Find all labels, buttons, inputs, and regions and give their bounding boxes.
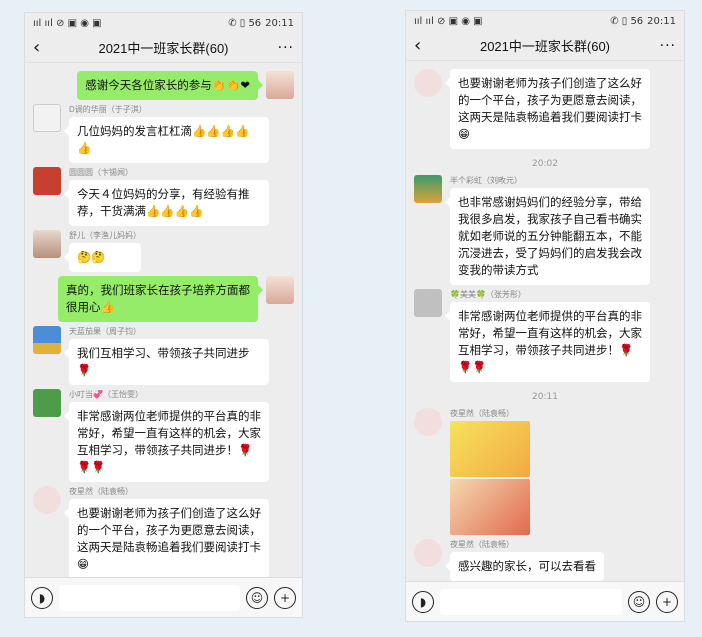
input-bar: ◗ ☺ + [406, 581, 684, 621]
back-icon[interactable]: ‹ [414, 35, 434, 56]
message: 感谢今天各位家长的参与👏👏❤ [33, 71, 294, 100]
timestamp: 20:02 [532, 159, 558, 169]
avatar[interactable] [33, 167, 61, 195]
message-bubble[interactable]: 几位妈妈的发言杠杠滴👍👍👍👍👍 [64, 117, 269, 163]
sender-name: 🍀美美🍀（张芳彤） [450, 290, 526, 299]
message-bubble[interactable]: 🤔🤔 [64, 243, 141, 272]
avatar[interactable] [414, 289, 442, 317]
avatar[interactable] [33, 389, 61, 417]
sender-name: 小叮当💞（王怡雯） [69, 390, 143, 399]
nav-bar: ‹ 2021中一班家长群(60) ··· [406, 31, 684, 61]
sender-name: 夜星然（陆袁畅） [69, 487, 133, 496]
voice-icon[interactable]: ◗ [31, 586, 53, 609]
message-bubble[interactable]: 也要谢谢老师为孩子们创造了这么好的一个平台，孩子为更愿意去阅读，这两天是陆袁畅追… [445, 69, 650, 149]
avatar[interactable] [414, 175, 442, 203]
status-bar: ııl ııl ⊘ ▣ ◉ ▣ ✆ ▯ 56 20:11 [406, 11, 684, 31]
avatar[interactable] [33, 230, 61, 258]
book-image[interactable] [450, 479, 530, 535]
status-icons: ııl ııl ⊘ ▣ ◉ ▣ [414, 15, 483, 27]
input-bar: ◗ ☺ + [25, 577, 302, 617]
sender-name: 夜星然（陆袁畅） [450, 409, 514, 418]
emoji-icon[interactable]: ☺ [628, 590, 650, 613]
message: 夜星然（陆袁畅） 感兴趣的家长，可以去看看 [414, 539, 676, 581]
message: 舒儿（李渔儿妈妈） 🤔🤔 [33, 230, 294, 272]
avatar[interactable] [266, 276, 294, 304]
message-bubble[interactable]: 非常感谢两位老师提供的平台真的非常好，希望一直有这样的机会，大家互相学习，带领孩… [445, 302, 650, 382]
avatar[interactable] [414, 408, 442, 436]
battery-icon: ✆ ▯ 56 [610, 15, 644, 27]
status-bar: ııl ııl ⊘ ▣ ◉ ▣ ✆ ▯ 56 20:11 [25, 13, 302, 33]
message-bubble[interactable]: 感兴趣的家长，可以去看看 [445, 552, 604, 581]
message: 夜星然（陆袁畅） [414, 408, 676, 535]
chat-window-right: ııl ııl ⊘ ▣ ◉ ▣ ✆ ▯ 56 20:11 ‹ 2021中一班家长… [405, 10, 685, 622]
message: 圆圆圆（卞锡闻） 今天４位妈妈的分享，有经验有推荐，干货满满👍👍👍👍 [33, 167, 294, 226]
status-time: 20:11 [265, 17, 294, 29]
message-input[interactable] [59, 584, 240, 611]
message-bubble[interactable]: 真的，我们班家长在孩子培养方面都很用心👍 [58, 276, 263, 322]
message-bubble[interactable]: 今天４位妈妈的分享，有经验有推荐，干货满满👍👍👍👍 [64, 180, 269, 226]
avatar[interactable] [33, 326, 61, 354]
message: D调的华丽（于子淇） 几位妈妈的发言杠杠滴👍👍👍👍👍 [33, 104, 294, 163]
plus-icon[interactable]: + [274, 586, 296, 609]
more-icon[interactable]: ··· [274, 40, 294, 56]
sender-name: D调的华丽（于子淇） [69, 105, 147, 114]
message-bubble[interactable]: 我们互相学习、带领孩子共同进步🌹 [64, 339, 269, 385]
message: 也要谢谢老师为孩子们创造了这么好的一个平台，孩子为更愿意去阅读，这两天是陆袁畅追… [414, 69, 676, 149]
nav-bar: ‹ 2021中一班家长群(60) ··· [25, 33, 302, 63]
plus-icon[interactable]: + [656, 590, 678, 613]
message: 半个彩虹（刘畋元） 也非常感谢妈妈们的经验分享，带给我很多启发，我家孩子自己看书确… [414, 175, 676, 285]
message-bubble[interactable]: 感谢今天各位家长的参与👏👏❤ [77, 71, 263, 100]
message-list[interactable]: 也要谢谢老师为孩子们创造了这么好的一个平台，孩子为更愿意去阅读，这两天是陆袁畅追… [406, 61, 684, 589]
sender-name: 半个彩虹（刘畋元） [450, 176, 522, 185]
voice-icon[interactable]: ◗ [412, 590, 434, 613]
message: 小叮当💞（王怡雯） 非常感谢两位老师提供的平台真的非常好，希望一直有这样的机会，大… [33, 389, 294, 482]
message: 🍀美美🍀（张芳彤） 非常感谢两位老师提供的平台真的非常好，希望一直有这样的机会，大… [414, 289, 676, 382]
status-icons: ııl ııl ⊘ ▣ ◉ ▣ [33, 17, 102, 29]
message-bubble[interactable]: 也非常感谢妈妈们的经验分享，带给我很多启发，我家孩子自己看书确实就如老师说的五分… [445, 188, 650, 285]
avatar[interactable] [414, 539, 442, 567]
message: 真的，我们班家长在孩子培养方面都很用心👍 [33, 276, 294, 322]
avatar[interactable] [414, 69, 442, 97]
back-icon[interactable]: ‹ [33, 37, 53, 58]
avatar[interactable] [33, 486, 61, 514]
avatar[interactable] [33, 104, 61, 132]
sender-name: 舒儿（李渔儿妈妈） [69, 231, 141, 240]
battery-icon: ✆ ▯ 56 [228, 17, 262, 29]
sender-name: 天蓝茄果（周子钧） [69, 327, 141, 336]
timestamp: 20:11 [532, 392, 558, 402]
status-time: 20:11 [647, 15, 676, 27]
message-list[interactable]: 感谢今天各位家长的参与👏👏❤ D调的华丽（于子淇） 几位妈妈的发言杠杠滴👍👍👍👍👍… [25, 63, 302, 587]
emoji-icon[interactable]: ☺ [246, 586, 268, 609]
message-bubble[interactable]: 也要谢谢老师为孩子们创造了这么好的一个平台，孩子为更愿意去阅读，这两天是陆袁畅追… [64, 499, 269, 579]
avatar[interactable] [266, 71, 294, 99]
message: 天蓝茄果（周子钧） 我们互相学习、带领孩子共同进步🌹 [33, 326, 294, 385]
chat-window-left: ııl ııl ⊘ ▣ ◉ ▣ ✆ ▯ 56 20:11 ‹ 2021中一班家长… [24, 12, 303, 618]
sender-name: 夜星然（陆袁畅） [450, 540, 514, 549]
more-icon[interactable]: ··· [656, 38, 676, 54]
group-title: 2021中一班家长群(60) [98, 41, 229, 56]
message-input[interactable] [440, 588, 622, 615]
message-bubble[interactable]: 非常感谢两位老师提供的平台真的非常好，希望一直有这样的机会，大家互相学习，带领孩… [64, 402, 269, 482]
book-image[interactable] [450, 421, 530, 477]
group-title: 2021中一班家长群(60) [479, 39, 611, 54]
sender-name: 圆圆圆（卞锡闻） [69, 168, 133, 177]
message: 夜星然（陆袁畅） 也要谢谢老师为孩子们创造了这么好的一个平台，孩子为更愿意去阅读，… [33, 486, 294, 579]
